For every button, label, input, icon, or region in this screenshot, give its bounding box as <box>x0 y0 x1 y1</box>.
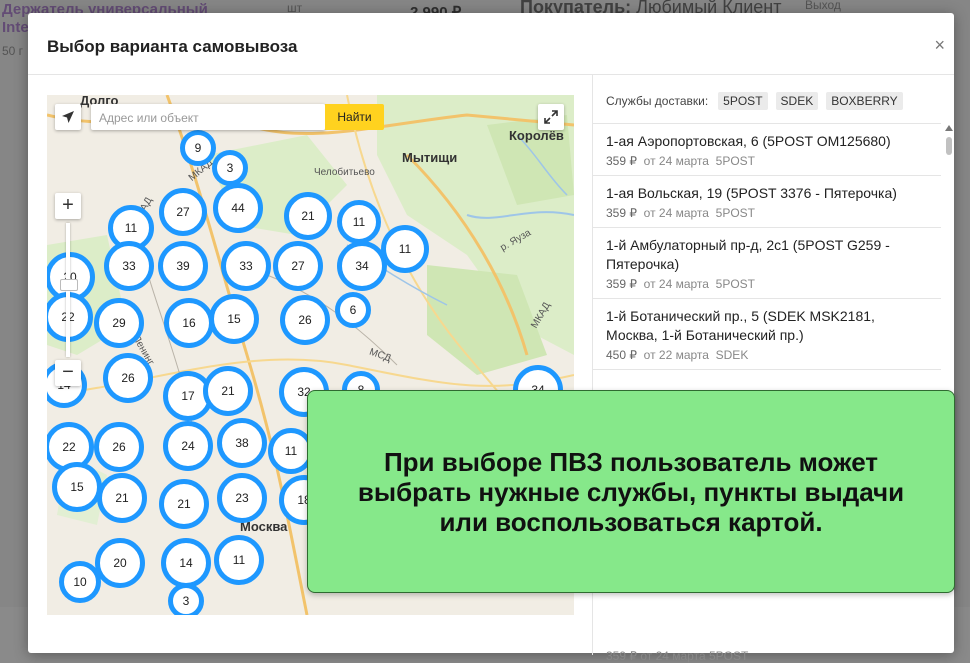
geolocation-arrow-icon <box>62 111 74 123</box>
map-cluster[interactable]: 44 <box>213 183 263 233</box>
pickup-point-meta: 359 ₽ от 24 марта 5POST <box>606 154 929 168</box>
pickup-point-meta: 450 ₽ от 22 марта SDEK <box>606 348 929 362</box>
annotation-text: При выборе ПВЗ пользователь может выбрат… <box>357 446 905 537</box>
pickup-point-date: от 24 марта <box>643 154 709 168</box>
pickup-point-price: 359 ₽ <box>606 154 637 168</box>
list-item[interactable]: 1-ая Аэропортовская, 6 (5POST OM125680) … <box>593 124 941 176</box>
pickup-point-service: 5POST <box>715 206 755 220</box>
pickup-point-price: 450 ₽ <box>606 348 637 362</box>
geolocation-button[interactable] <box>55 104 81 130</box>
modal-title: Выбор варианта самовывоза <box>47 37 298 56</box>
map-find-button[interactable]: Найти <box>325 104 384 130</box>
map-cluster[interactable]: 26 <box>103 353 153 403</box>
list-item[interactable]: 1-ая Вольская, 19 (5POST 3376 - Пятерочк… <box>593 176 941 228</box>
close-icon[interactable]: × <box>934 35 945 55</box>
map-cluster[interactable]: 15 <box>209 294 259 344</box>
map-cluster[interactable]: 10 <box>59 561 101 603</box>
map-cluster[interactable]: 14 <box>161 538 211 588</box>
map-cluster[interactable]: 21 <box>203 366 253 416</box>
map-label-korolev: Королёв <box>509 128 564 143</box>
list-item[interactable]: 1-й Ботанический пр., 5 (SDEK MSK2181, М… <box>593 299 941 370</box>
map-cluster[interactable]: 11 <box>214 535 264 585</box>
map-search-input[interactable] <box>97 105 321 131</box>
map-cluster[interactable]: 20 <box>95 538 145 588</box>
expand-arrows-icon <box>544 110 558 124</box>
pickup-points-list: 1-ая Аэропортовская, 6 (5POST OM125680) … <box>593 124 941 370</box>
zoom-slider-track[interactable] <box>60 223 78 357</box>
annotation-callout: При выборе ПВЗ пользователь может выбрат… <box>307 390 955 593</box>
map-cluster[interactable]: 26 <box>94 422 144 472</box>
pickup-point-service: 5POST <box>715 277 755 291</box>
pickup-point-date: от 24 марта <box>643 206 709 220</box>
scrollbar-thumb[interactable] <box>946 137 952 155</box>
map-search-box <box>91 104 325 131</box>
pickup-point-title: 1-й Амбулаторный пр-д, 2с1 (5POST G259 -… <box>606 237 890 272</box>
map-cluster[interactable]: 11 <box>337 200 381 244</box>
map-cluster[interactable]: 3 <box>168 583 204 615</box>
fullscreen-button[interactable] <box>538 104 564 130</box>
pickup-point-date: от 24 марта <box>643 277 709 291</box>
pickup-point-title: 1-ая Аэропортовская, 6 (5POST OM125680) <box>606 133 891 149</box>
pickup-point-price: 359 ₽ <box>606 277 637 291</box>
map-cluster[interactable]: 21 <box>159 479 209 529</box>
map-cluster[interactable]: 16 <box>164 298 214 348</box>
map-cluster[interactable]: 3 <box>212 150 248 186</box>
zoom-slider-thumb[interactable] <box>60 279 78 291</box>
pickup-point-date: от 22 марта <box>643 348 709 362</box>
map-cluster[interactable]: 38 <box>217 418 267 468</box>
map-cluster[interactable]: 6 <box>335 292 371 328</box>
map-cluster[interactable]: 27 <box>273 241 323 291</box>
map-label-mytishchi: Мытищи <box>402 150 458 165</box>
list-item[interactable]: 1-й Амбулаторный пр-д, 2с1 (5POST G259 -… <box>593 228 941 299</box>
map-cluster[interactable]: 11 <box>381 225 429 273</box>
service-chip-boxberry[interactable]: BOXBERRY <box>826 92 903 110</box>
pickup-point-meta: 359 ₽ от 24 марта 5POST <box>606 206 929 220</box>
service-chip-sdek[interactable]: SDEK <box>775 92 819 110</box>
pickup-point-title: 1-ая Вольская, 19 (5POST 3376 - Пятерочк… <box>606 185 897 201</box>
zoom-in-button[interactable]: + <box>55 193 81 219</box>
map-cluster[interactable]: 26 <box>280 295 330 345</box>
pickup-point-meta: 359 ₽ от 24 марта 5POST <box>606 277 929 291</box>
delivery-services-filter: Службы доставки: 5POST SDEK BOXBERRY <box>606 92 903 110</box>
services-label: Службы доставки: <box>606 94 709 108</box>
scroll-up-arrow-icon[interactable] <box>945 125 953 133</box>
map-cluster[interactable]: 39 <box>158 241 208 291</box>
map-cluster[interactable]: 9 <box>180 130 216 166</box>
map-cluster[interactable]: 34 <box>337 241 387 291</box>
service-chip-5post[interactable]: 5POST <box>718 92 768 110</box>
map-label-chelobityevo: Челобитьево <box>314 167 375 178</box>
map-cluster[interactable]: 21 <box>284 192 332 240</box>
zoom-out-button[interactable]: − <box>55 360 81 386</box>
pickup-point-service: SDEK <box>715 348 749 362</box>
map-cluster[interactable]: 33 <box>221 241 271 291</box>
map-cluster[interactable]: 24 <box>163 421 213 471</box>
map-cluster[interactable]: 27 <box>159 188 207 236</box>
map-cluster[interactable]: 21 <box>97 473 147 523</box>
pickup-point-price: 359 ₽ <box>606 206 637 220</box>
map-cluster[interactable]: 29 <box>94 298 144 348</box>
partial-list-item-meta: 359 ₽ от 24 марта 5POST <box>606 649 749 663</box>
map-cluster[interactable]: 33 <box>104 241 154 291</box>
map-cluster[interactable]: 23 <box>217 473 267 523</box>
map-cluster[interactable]: 15 <box>52 462 102 512</box>
pickup-point-title: 1-й Ботанический пр., 5 (SDEK MSK2181, М… <box>606 308 875 343</box>
pickup-point-service: 5POST <box>715 154 755 168</box>
